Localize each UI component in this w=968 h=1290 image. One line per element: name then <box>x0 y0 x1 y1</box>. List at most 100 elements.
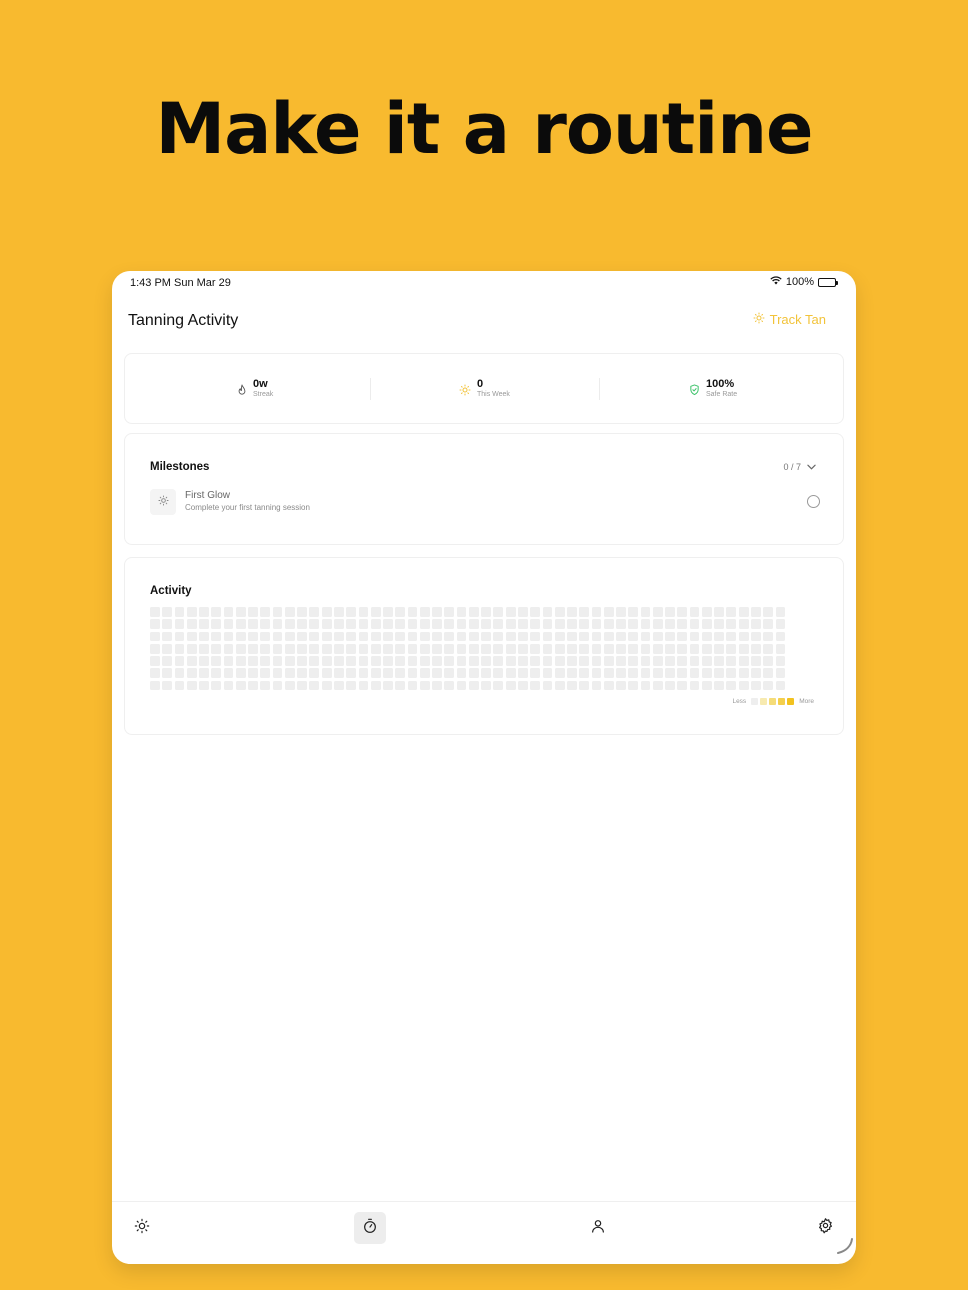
heatmap-cell <box>174 631 185 642</box>
heatmap-cell <box>763 643 774 654</box>
wifi-icon <box>770 276 782 288</box>
activity-legend: Less More <box>729 698 817 705</box>
heatmap-cell <box>383 631 393 642</box>
stat-this-week-label: This Week <box>477 391 510 398</box>
headline: Make it a routine <box>155 88 813 170</box>
heatmap-cell <box>150 631 160 642</box>
heatmap-cell <box>272 656 283 666</box>
heatmap-cell <box>235 680 246 691</box>
heatmap-cell <box>186 619 197 630</box>
heatmap-cell <box>235 619 246 630</box>
heatmap-cell <box>358 680 369 691</box>
heatmap-cell <box>432 631 442 642</box>
heatmap-cell <box>272 680 283 691</box>
heatmap-cell <box>150 668 160 679</box>
milestone-item: First Glow Complete your first tanning s… <box>150 487 820 515</box>
stat-streak-label: Streak <box>253 391 274 398</box>
heatmap-cell <box>689 643 700 654</box>
heatmap-cell <box>370 643 381 654</box>
legend-swatches <box>751 698 795 705</box>
heatmap-cell <box>652 631 663 642</box>
heatmap-cell <box>211 643 222 654</box>
milestones-toggle[interactable]: 0 / 7 <box>783 462 816 472</box>
heatmap-cell <box>640 619 651 630</box>
heatmap-cell <box>542 619 553 630</box>
heatmap-cell <box>665 619 675 630</box>
heatmap-cell <box>579 643 590 654</box>
heatmap-cell <box>677 643 688 654</box>
track-tan-button[interactable]: Track Tan <box>753 312 826 327</box>
tablet-screen: 1:43 PM Sun Mar 29 100% Tanning Activity… <box>112 271 856 1264</box>
milestone-icon-box <box>150 489 176 515</box>
heatmap-cell <box>628 656 639 666</box>
tab-timer[interactable] <box>354 1212 386 1244</box>
heatmap-cell <box>751 607 761 617</box>
divider <box>370 378 371 400</box>
heatmap-cell <box>150 619 160 630</box>
heatmap-cell <box>530 607 541 617</box>
heatmap-cell <box>383 668 393 679</box>
battery-percent: 100% <box>785 276 814 288</box>
heatmap-cell <box>542 607 553 617</box>
heatmap-cell <box>297 680 307 691</box>
heatmap-cell <box>199 680 209 691</box>
heatmap-cell <box>591 656 602 666</box>
stat-streak-value: 0w <box>253 378 268 390</box>
heatmap-cell <box>358 607 369 617</box>
heatmap-cell <box>714 668 725 679</box>
heatmap-cell <box>444 643 455 654</box>
heatmap-cell <box>640 680 651 691</box>
heatmap-cell <box>383 643 393 654</box>
tab-profile[interactable] <box>582 1212 614 1244</box>
heatmap-cell <box>640 643 651 654</box>
heatmap-cell <box>395 680 406 691</box>
heatmap-cell <box>665 680 675 691</box>
heatmap-cell <box>517 680 528 691</box>
activity-heatmap <box>150 607 786 691</box>
heatmap-cell <box>186 643 197 654</box>
sun-icon <box>157 493 169 511</box>
heatmap-cell <box>456 631 467 642</box>
heatmap-cell <box>701 619 712 630</box>
heatmap-cell <box>456 668 467 679</box>
status-time: 1:43 PM <box>130 277 171 289</box>
heatmap-cell <box>517 631 528 642</box>
heatmap-cell <box>738 656 749 666</box>
heatmap-cell <box>223 656 234 666</box>
heatmap-cell <box>248 668 258 679</box>
milestone-status-circle[interactable] <box>807 495 820 508</box>
heatmap-cell <box>628 631 639 642</box>
heatmap-cell <box>517 643 528 654</box>
heatmap-cell <box>677 607 688 617</box>
heatmap-cell <box>333 619 344 630</box>
heatmap-cell <box>701 668 712 679</box>
heatmap-cell <box>640 607 651 617</box>
heatmap-cell <box>321 619 332 630</box>
heatmap-cell <box>174 619 185 630</box>
tab-sun[interactable] <box>126 1212 158 1244</box>
stat-safe-rate-label: Safe Rate <box>706 391 738 398</box>
heatmap-cell <box>628 619 639 630</box>
heatmap-cell <box>432 668 442 679</box>
stat-safe-rate-value: 100% <box>706 378 735 390</box>
heatmap-cell <box>248 656 258 666</box>
heatmap-cell <box>652 607 663 617</box>
heatmap-cell <box>174 643 185 654</box>
heatmap-cell <box>530 619 541 630</box>
heatmap-cell <box>370 680 381 691</box>
heatmap-cell <box>763 656 774 666</box>
heatmap-cell <box>346 631 357 642</box>
heatmap-cell <box>211 607 222 617</box>
stats-card: 0w Streak 0 This Week 100% Safe Rate <box>124 353 844 424</box>
heatmap-cell <box>677 668 688 679</box>
heatmap-cell <box>370 619 381 630</box>
heatmap-cell <box>665 668 675 679</box>
heatmap-cell <box>419 607 430 617</box>
heatmap-cell <box>689 607 700 617</box>
heatmap-cell <box>468 668 479 679</box>
heatmap-cell <box>260 631 271 642</box>
heatmap-cell <box>652 619 663 630</box>
heatmap-cell <box>542 631 553 642</box>
heatmap-cell <box>260 607 271 617</box>
stat-this-week-value: 0 <box>477 378 484 390</box>
